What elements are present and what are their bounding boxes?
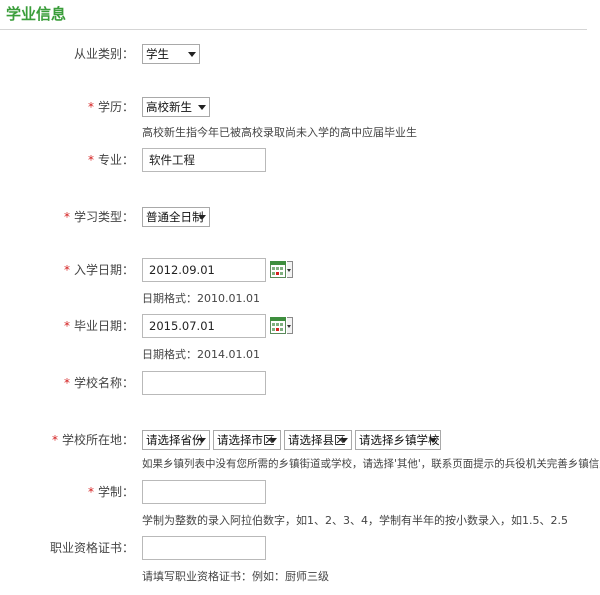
major-label: * 专业： (87, 153, 134, 167)
required-mark: * (87, 100, 94, 114)
required-mark: * (63, 263, 70, 277)
chevron-down-icon (198, 105, 206, 110)
county-select-value: 请选择县区 (288, 433, 346, 447)
education-label: * 学历： (87, 100, 134, 114)
city-select-value: 请选择市区 (217, 433, 275, 447)
education-select-value: 高校新生 (146, 100, 192, 114)
county-select[interactable]: 请选择县区 (284, 430, 352, 450)
chevron-down-icon (340, 438, 348, 443)
enroll-date-hint: 日期格式：2010.01.01 (142, 292, 260, 305)
qualification-input[interactable] (142, 536, 266, 560)
school-name-label: * 学校名称： (63, 376, 134, 390)
calendar-icon[interactable] (270, 317, 293, 334)
schooling-years-row: * 学制： (0, 480, 600, 504)
grad-date-label: * 毕业日期： (63, 319, 134, 333)
required-mark: * (63, 319, 70, 333)
required-mark: * (51, 433, 58, 447)
section-divider (0, 29, 587, 30)
chevron-down-icon (429, 438, 437, 443)
required-mark: * (87, 153, 94, 167)
school-location-hint: 如果乡镇列表中没有您所需的乡镇街道或学校，请选择'其他'，联系页面提示的兵役机关… (142, 458, 600, 470)
study-type-select[interactable]: 普通全日制 (142, 207, 210, 227)
calendar-icon[interactable] (270, 261, 293, 278)
enroll-date-label: * 入学日期： (63, 263, 134, 277)
required-mark: * (87, 485, 94, 499)
required-mark: * (63, 210, 70, 224)
province-select-value: 请选择省份 (146, 433, 204, 447)
grad-date-hint: 日期格式：2014.01.01 (142, 348, 260, 361)
study-type-select-value: 普通全日制 (146, 210, 204, 224)
province-select[interactable]: 请选择省份 (142, 430, 210, 450)
major-input[interactable] (142, 148, 266, 172)
qualification-hint: 请填写职业资格证书：例如：厨师三级 (142, 570, 329, 583)
qualification-row: 职业资格证书： (0, 536, 600, 560)
calendar-dropdown-icon[interactable] (287, 317, 293, 334)
section-title: 学业信息 (6, 5, 67, 23)
qualification-label: 职业资格证书： (49, 541, 134, 555)
grad-date-input[interactable] (142, 314, 266, 338)
school-location-label: * 学校所在地： (51, 433, 134, 447)
city-select[interactable]: 请选择市区 (213, 430, 281, 450)
school-location-row: * 学校所在地： 请选择省份 请选择市区 请选择县区 请选择乡镇学校 (0, 428, 600, 452)
schooling-years-label: * 学制： (87, 485, 134, 499)
enroll-date-row: * 入学日期： (0, 258, 600, 282)
education-hint: 高校新生指今年已被高校录取尚未入学的高中应届毕业生 (142, 126, 417, 139)
required-mark: * (63, 376, 70, 390)
town-select[interactable]: 请选择乡镇学校 (355, 430, 441, 450)
education-select[interactable]: 高校新生 (142, 97, 210, 117)
chevron-down-icon (198, 438, 206, 443)
major-row: * 专业： (0, 148, 600, 172)
grad-date-row: * 毕业日期： (0, 314, 600, 338)
chevron-down-icon (188, 52, 196, 57)
chevron-down-icon (269, 438, 277, 443)
occupation-row: 从业类别： 学生 (0, 42, 600, 66)
education-row: * 学历： 高校新生 (0, 95, 600, 119)
study-type-label: * 学习类型： (63, 210, 134, 224)
school-name-input[interactable] (142, 371, 266, 395)
occupation-select[interactable]: 学生 (142, 44, 200, 64)
school-name-row: * 学校名称： (0, 371, 600, 395)
occupation-select-value: 学生 (146, 47, 169, 61)
schooling-years-hint: 学制为整数的录入阿拉伯数字，如1、2、3、4，学制有半年的按小数录入，如1.5、… (142, 514, 568, 527)
schooling-years-input[interactable] (142, 480, 266, 504)
chevron-down-icon (198, 215, 206, 220)
enroll-date-input[interactable] (142, 258, 266, 282)
town-select-value: 请选择乡镇学校 (359, 433, 440, 447)
study-type-row: * 学习类型： 普通全日制 (0, 205, 600, 229)
occupation-label: 从业类别： (73, 47, 134, 61)
calendar-dropdown-icon[interactable] (287, 261, 293, 278)
